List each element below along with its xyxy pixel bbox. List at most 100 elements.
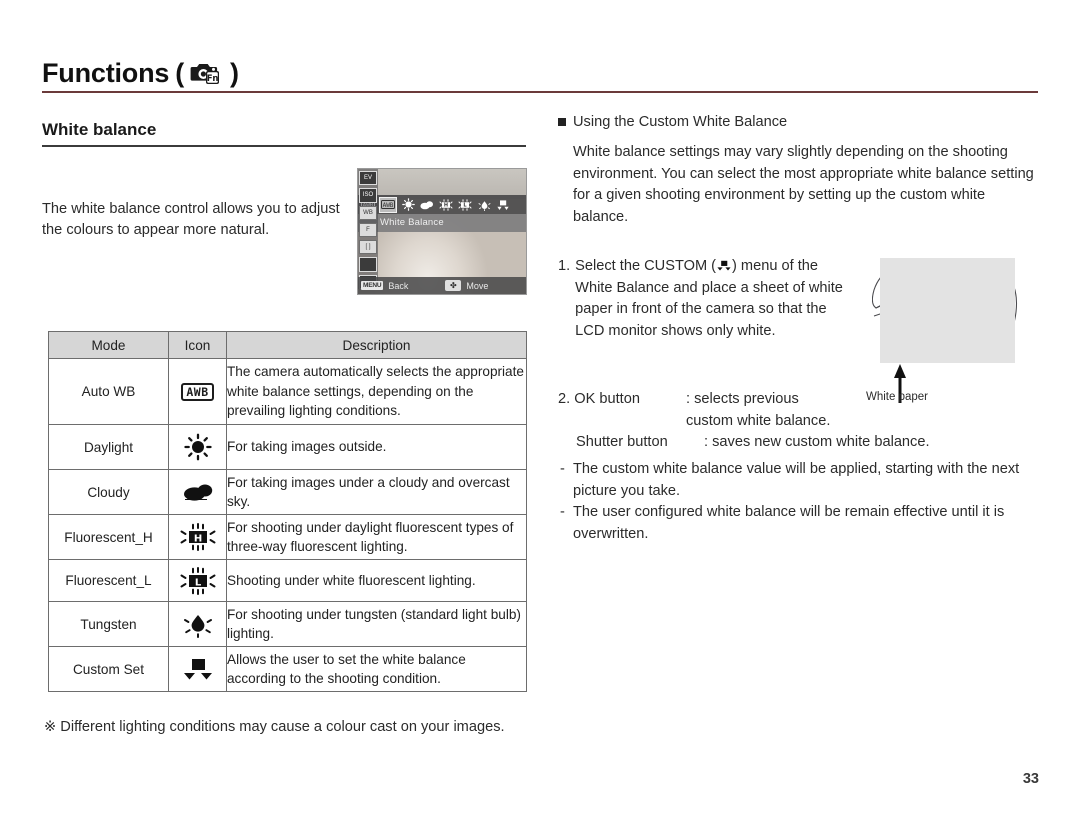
step-2-ok-cont: custom white balance. bbox=[686, 412, 831, 429]
page-title: Functions ( Fn ) bbox=[42, 56, 1038, 90]
lcd-white-balance-iconbar: AWB AWB H L bbox=[358, 195, 526, 214]
row-icon-cell bbox=[168, 601, 227, 647]
ok-button-label: OK button bbox=[574, 391, 640, 407]
row-icon-cell bbox=[168, 424, 227, 470]
row-description: For taking images outside. bbox=[226, 424, 527, 470]
lcd-daylight-icon[interactable] bbox=[400, 198, 416, 212]
step-2-number: 2. bbox=[558, 391, 571, 407]
row-mode: Tungsten bbox=[48, 601, 169, 647]
step-2-ok-key: 2. OK button bbox=[558, 389, 686, 411]
table-row: Custom Set Allows the user to set the wh… bbox=[48, 646, 527, 692]
camera-illustration bbox=[871, 256, 1027, 406]
row-description: The camera automatically selects the app… bbox=[226, 358, 527, 425]
step-2-row: custom white balance. bbox=[558, 411, 978, 433]
fluorescent-l-icon-letter: L bbox=[194, 577, 201, 588]
step-2-sep: : bbox=[704, 434, 709, 450]
step-1-body: Select the CUSTOM () menu of the White B… bbox=[575, 256, 848, 342]
lcd-side-iso-icon[interactable]: ISO bbox=[359, 188, 377, 203]
lcd-menu-label: White Balance bbox=[358, 214, 526, 232]
row-mode: Cloudy bbox=[48, 469, 169, 515]
lcd-tungsten-icon[interactable] bbox=[476, 198, 492, 212]
fluorescent-h-icon: H bbox=[169, 523, 226, 551]
shutter-button-label: Shutter button bbox=[576, 434, 668, 450]
lcd-fluorescent-l-icon[interactable]: L bbox=[457, 198, 473, 212]
row-description: Shooting under white fluorescent lightin… bbox=[226, 559, 527, 602]
fluorescent-h-icon-letter: H bbox=[193, 534, 201, 545]
row-icon-cell: L bbox=[168, 559, 227, 602]
table-header-description: Description bbox=[226, 331, 527, 359]
dash-note: - The custom white balance value will be… bbox=[560, 459, 1035, 502]
lcd-sidebar: EV ISO WB F [ ] bbox=[358, 169, 378, 289]
step-2-blank-key bbox=[558, 411, 686, 433]
custom-wb-bullet-label: Using the Custom White Balance bbox=[573, 114, 788, 130]
step-1-pre: Select the CUSTOM ( bbox=[575, 258, 717, 274]
table-row: Daylight For taking images outside. bbox=[48, 424, 527, 470]
svg-text:H: H bbox=[444, 202, 448, 208]
paren-close: ) bbox=[230, 58, 239, 88]
dash-mark: - bbox=[560, 461, 565, 477]
step-2-shutter-text: saves new custom white balance. bbox=[712, 434, 930, 450]
lcd-side-face-icon[interactable]: F bbox=[359, 222, 377, 238]
row-icon-cell bbox=[168, 646, 227, 692]
row-description: For shooting under daylight fluorescent … bbox=[226, 514, 527, 560]
white-balance-table: Mode Icon Description Auto WB AWB The ca… bbox=[48, 331, 527, 692]
lcd-back-text: Back bbox=[388, 280, 409, 291]
table-row: Auto WB AWB The camera automatically sel… bbox=[48, 358, 527, 425]
lcd-fluorescent-h-icon[interactable]: H bbox=[438, 198, 454, 212]
lcd-move-badge[interactable]: ✤ bbox=[445, 280, 462, 291]
custom-wb-bullet: Using the Custom White Balance bbox=[558, 112, 1036, 133]
step-2-shutter-value: : saves new custom white balance. bbox=[704, 432, 978, 454]
step-1: 1. Select the CUSTOM () menu of the Whit… bbox=[558, 256, 848, 342]
row-mode: Daylight bbox=[48, 424, 169, 470]
camera-fn-icon: Fn bbox=[190, 59, 224, 87]
colour-cast-note: ※ Different lighting conditions may caus… bbox=[44, 719, 505, 735]
custom-set-icon-inline bbox=[716, 258, 732, 271]
dash-note-text: The user configured white balance will b… bbox=[573, 504, 1005, 542]
row-description: Allows the user to set the white balance… bbox=[226, 646, 527, 692]
lcd-move-text: Move bbox=[466, 280, 489, 291]
lcd-screenshot: AWB AWB H L White Balance bbox=[357, 168, 527, 295]
section-divider bbox=[42, 145, 526, 147]
bullet-square-icon bbox=[558, 118, 566, 126]
header-divider bbox=[42, 91, 1038, 93]
page-number: 33 bbox=[1022, 771, 1039, 787]
paren-open: ( bbox=[175, 58, 184, 88]
row-mode: Fluorescent_L bbox=[48, 559, 169, 602]
awb-icon-text: AWB bbox=[181, 382, 214, 401]
table-row: Tungsten For shooting under tungsten (st… bbox=[48, 601, 527, 647]
table-header-icon: Icon bbox=[168, 331, 227, 359]
row-mode: Auto WB bbox=[48, 358, 169, 425]
lcd-side-size-icon[interactable] bbox=[359, 257, 377, 272]
dash-notes: - The custom white balance value will be… bbox=[560, 459, 1035, 545]
lcd-cloudy-icon[interactable] bbox=[419, 198, 435, 212]
step-2-row: Shutter button : saves new custom white … bbox=[558, 432, 978, 454]
fluorescent-l-icon: L bbox=[169, 566, 226, 595]
right-column: Using the Custom White Balance White bal… bbox=[558, 112, 1036, 228]
lcd-bottom-bar: MENU Back ✤ Move bbox=[358, 277, 526, 294]
table-row: Fluorescent_L L Shooting under white flu… bbox=[48, 559, 527, 602]
custom-wb-paragraph: White balance settings may vary slightly… bbox=[573, 144, 1034, 225]
lcd-menu-badge[interactable]: MENU bbox=[361, 281, 384, 290]
step-2-ok-text: selects previous bbox=[694, 391, 799, 407]
row-icon-cell: H bbox=[168, 514, 227, 560]
table-header-row: Mode Icon Description bbox=[48, 331, 527, 359]
tungsten-bulb-icon bbox=[169, 610, 226, 638]
manual-page: Functions ( Fn ) White balance The white bbox=[0, 0, 1080, 815]
table-row: Fluorescent_H H For shooting under dayli… bbox=[48, 514, 527, 560]
table-header-mode: Mode bbox=[48, 331, 169, 359]
lcd-side-wb-icon[interactable]: WB bbox=[359, 205, 377, 220]
step-2-sep: : bbox=[686, 391, 691, 407]
svg-text:Fn: Fn bbox=[207, 74, 219, 84]
page-header: Functions ( Fn ) bbox=[42, 56, 1038, 96]
step-1-number: 1. bbox=[558, 258, 571, 274]
row-mode: Fluorescent_H bbox=[48, 514, 169, 560]
svg-text:AWB: AWB bbox=[383, 202, 394, 209]
lcd-side-exposure-icon[interactable]: EV bbox=[359, 171, 377, 186]
row-icon-cell bbox=[168, 469, 227, 515]
awb-icon: AWB bbox=[169, 382, 226, 401]
lcd-awb-selected-icon[interactable]: AWB bbox=[379, 196, 397, 213]
lcd-custom-set-icon[interactable] bbox=[495, 198, 511, 212]
daylight-sun-icon bbox=[169, 433, 226, 461]
lcd-side-focus-icon[interactable]: [ ] bbox=[359, 240, 377, 255]
intro-text: The white balance control allows you to … bbox=[42, 200, 340, 238]
